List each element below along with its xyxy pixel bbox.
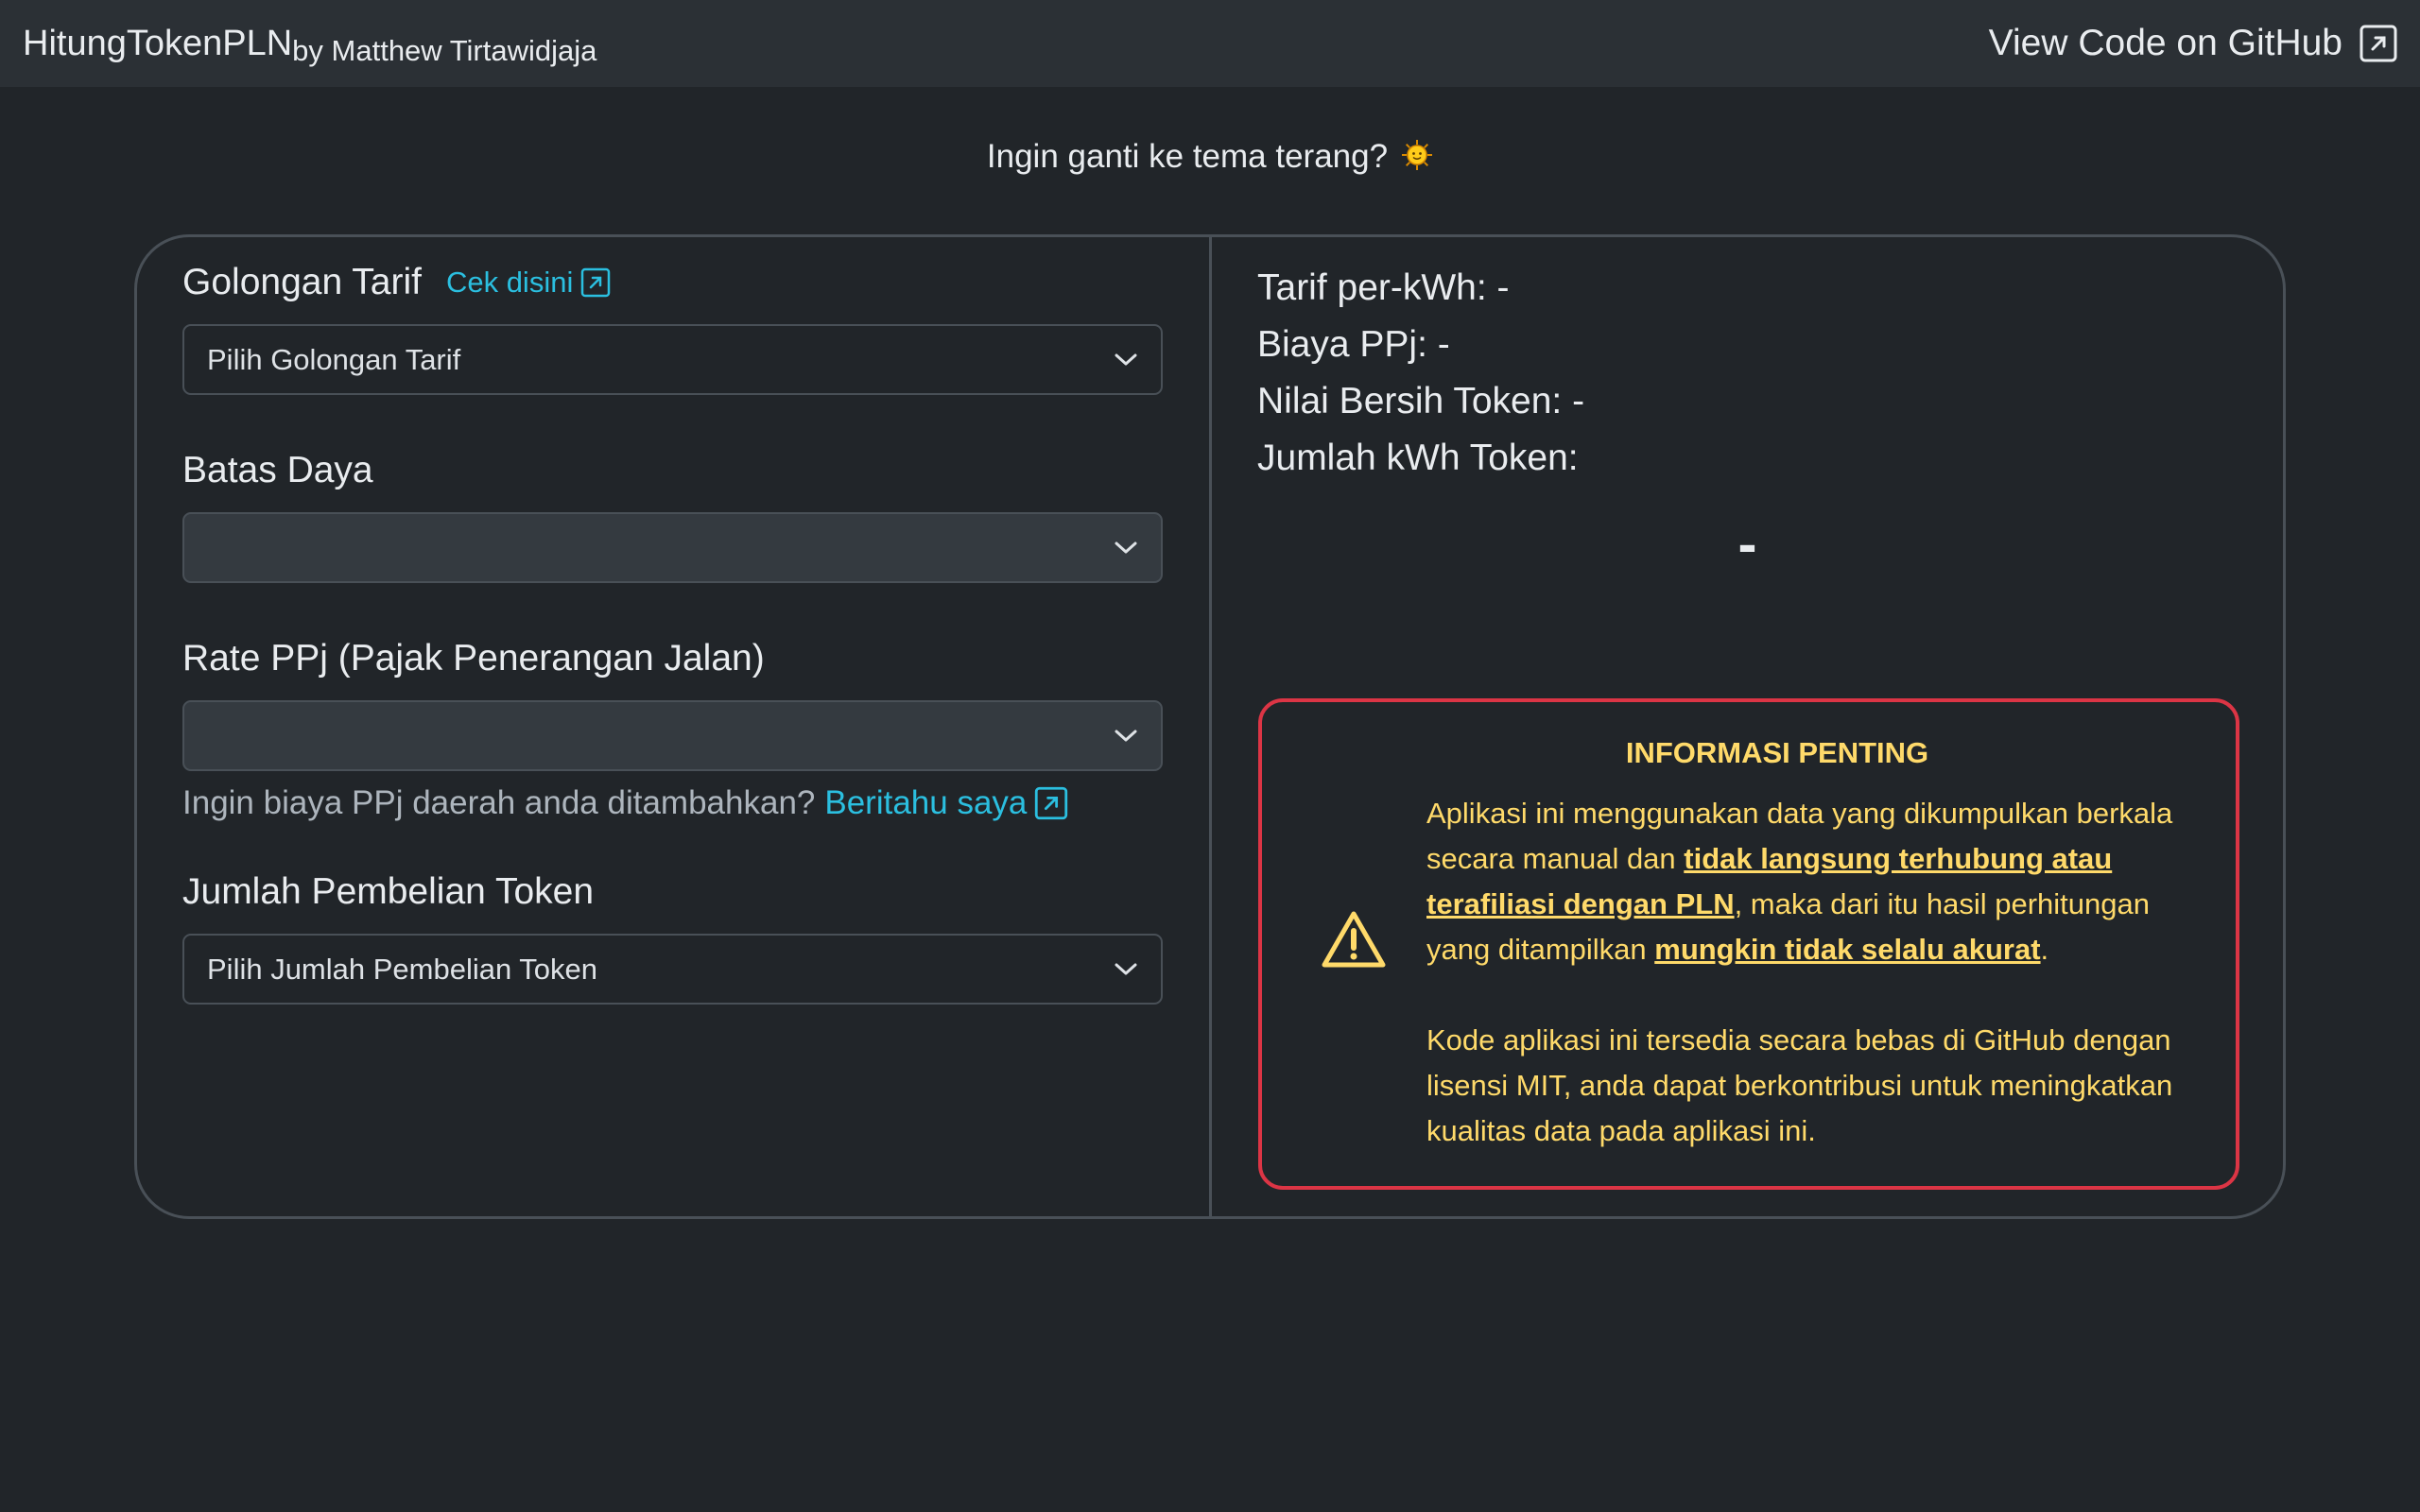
navbar: HitungTokenPLN by Matthew Tirtawidjaja V… (0, 0, 2420, 87)
alert-body: Aplikasi ini menggunakan data yang dikum… (1426, 791, 2211, 1154)
ppj-rate-label: Rate PPj (Pajak Penerangan Jalan) (182, 638, 765, 679)
tariff-label: Golongan Tarif (182, 262, 422, 302)
alert-text: . (2040, 933, 2049, 966)
ppj-cost: Biaya PPj: - (1257, 324, 1450, 365)
power-limit-label: Batas Daya (182, 450, 373, 490)
power-limit-select[interactable] (182, 512, 1163, 583)
ppj-rate-select[interactable] (182, 700, 1163, 771)
check-tariff-link[interactable]: Cek disini (446, 266, 611, 300)
kwh-amount-label: Jumlah kWh Token: (1257, 438, 1579, 478)
theme-toggle[interactable]: Ingin ganti ke tema terang? (0, 138, 2420, 176)
chevron-down-icon (1115, 541, 1137, 553)
alert-emphasis: mungkin tidak selalu akurat (1654, 933, 2041, 966)
token-amount-select[interactable]: Pilih Jumlah Pembelian Token (182, 934, 1163, 1005)
ppj-helper-text: Ingin biaya PPj daerah anda ditambahkan? (182, 784, 816, 821)
github-link-label: View Code on GitHub (1988, 23, 2342, 63)
brand-author: by Matthew Tirtawidjaja (292, 34, 597, 67)
external-link-icon (2360, 25, 2397, 62)
ppj-rate-group: Rate PPj (Pajak Penerangan Jalan) Ingin … (182, 636, 1164, 822)
token-amount-label: Jumlah Pembelian Token (182, 871, 595, 912)
tariff-select[interactable]: Pilih Golongan Tarif (182, 324, 1163, 395)
kwh-amount-value: - (1737, 512, 1757, 576)
notify-me-link[interactable]: Beritahu saya (824, 784, 1068, 822)
alert-paragraph-disclaimer: Aplikasi ini menggunakan data yang dikum… (1426, 791, 2211, 972)
tariff-label-row: Golongan Tarif Cek disini (182, 260, 1164, 305)
tariff-select-value: Pilih Golongan Tarif (207, 342, 461, 376)
sun-icon (1401, 139, 1433, 171)
chevron-down-icon (1115, 353, 1137, 365)
important-info-alert: INFORMASI PENTING Aplikasi ini menggunak… (1258, 698, 2239, 1190)
calculator-card: Golongan Tarif Cek disini Pilih Golongan… (134, 234, 2286, 1219)
notify-me-link-label: Beritahu saya (824, 784, 1028, 821)
token-amount-select-value: Pilih Jumlah Pembelian Token (207, 952, 597, 986)
alert-title-text: INFORMASI PENTING (1625, 736, 1929, 769)
alert-title: INFORMASI PENTING (1262, 736, 2236, 770)
external-link-icon (580, 267, 611, 298)
theme-toggle-label: Ingin ganti ke tema terang? (986, 138, 1389, 175)
token-amount-group: Jumlah Pembelian Token Pilih Jumlah Pemb… (182, 869, 1164, 1005)
check-tariff-link-label: Cek disini (445, 266, 574, 299)
github-link[interactable]: View Code on GitHub (1989, 23, 2397, 64)
external-link-icon (1034, 786, 1068, 820)
tariff-group: Golongan Tarif Cek disini Pilih Golongan… (182, 260, 1164, 395)
chevron-down-icon (1115, 963, 1137, 974)
warning-icon (1322, 911, 1386, 968)
alert-paragraph-license: Kode aplikasi ini tersedia secara bebas … (1426, 1023, 2173, 1147)
ppj-helper: Ingin biaya PPj daerah anda ditambahkan?… (182, 784, 1164, 822)
chevron-down-icon (1115, 730, 1137, 741)
form-column: Golongan Tarif Cek disini Pilih Golongan… (137, 237, 1212, 1216)
net-token-value: Nilai Bersih Token: - (1257, 381, 1585, 421)
brand[interactable]: HitungTokenPLN by Matthew Tirtawidjaja (23, 23, 596, 67)
brand-name[interactable]: HitungTokenPLN (23, 23, 292, 64)
tariff-per-kwh: Tarif per-kWh: - (1257, 267, 1510, 308)
power-limit-group: Batas Daya (182, 448, 1164, 583)
